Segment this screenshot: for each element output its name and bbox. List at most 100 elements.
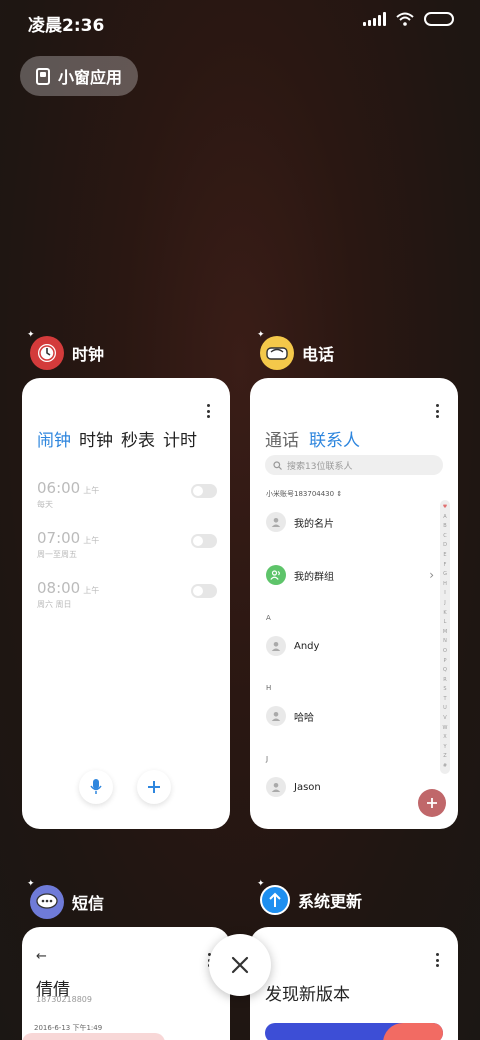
avatar: [266, 512, 286, 532]
alarm-time: 07:00: [37, 529, 81, 547]
alarm-toggle[interactable]: [191, 484, 217, 498]
update-more-icon[interactable]: [430, 953, 444, 967]
section-letter: A: [266, 614, 271, 622]
alarm-repeat: 每天: [37, 500, 53, 509]
index-letter[interactable]: A: [443, 513, 446, 523]
contact-name: Jason: [294, 781, 321, 793]
alarm-repeat: 周六 周日: [37, 600, 72, 609]
back-arrow-icon[interactable]: ←: [36, 949, 47, 964]
tab-contacts[interactable]: 联系人: [309, 426, 360, 451]
phone-app-icon: ✦: [257, 330, 294, 370]
alarm-time: 06:00: [37, 479, 81, 497]
index-letter[interactable]: O: [443, 647, 447, 657]
clock-app-header[interactable]: ✦ 时钟: [27, 330, 104, 370]
index-letter[interactable]: F: [444, 561, 447, 571]
arrow-up-icon: [269, 892, 281, 907]
alarm-ampm: 上午: [83, 536, 100, 545]
contact-name: 哈哈: [294, 712, 314, 724]
alarm-item[interactable]: 07:00 上午 周一至周五: [37, 528, 217, 564]
index-letter[interactable]: M: [443, 628, 447, 638]
phone-tabs: 通话 联系人: [265, 426, 360, 451]
microphone-icon: [90, 779, 102, 794]
person-icon: [271, 783, 281, 792]
index-letter[interactable]: #: [443, 762, 447, 772]
contact-search-input[interactable]: 搜索13位联系人: [265, 455, 443, 475]
index-letter[interactable]: R: [443, 676, 446, 686]
alarm-toggle[interactable]: [191, 534, 217, 548]
tab-calls[interactable]: 通话: [265, 426, 299, 451]
index-letter[interactable]: C: [443, 532, 447, 542]
index-letter[interactable]: P: [443, 657, 446, 667]
phone-more-icon[interactable]: [430, 404, 444, 418]
index-letter[interactable]: T: [443, 695, 446, 705]
index-letter[interactable]: Q: [443, 666, 447, 676]
index-letter[interactable]: B: [443, 522, 446, 532]
index-letter[interactable]: J: [444, 599, 445, 609]
alphabet-index-bar[interactable]: ♥ A B C D E F G H I J K L M N O P Q R S T U V W X Y Z #: [440, 500, 450, 774]
index-letter[interactable]: D: [443, 541, 447, 551]
index-letter[interactable]: S: [443, 685, 446, 695]
section-letter: H: [266, 684, 272, 692]
index-letter[interactable]: Y: [443, 743, 446, 753]
update-app-name: 系统更新: [298, 892, 363, 911]
contact-item[interactable]: 哈哈: [266, 706, 314, 726]
index-letter[interactable]: E: [443, 551, 446, 561]
person-icon: [271, 518, 281, 527]
clock-app-card[interactable]: 闹钟 时钟 秒表 计时 06:00 上午 每天 07:00 上午 周一至周五 08:…: [22, 378, 230, 829]
alarm-time: 08:00: [37, 579, 81, 597]
clock-tabs: 闹钟 时钟 秒表 计时: [37, 426, 197, 451]
phone-app-card[interactable]: 通话 联系人 搜索13位联系人 小米账号183704430 ⇕ 我的名片 我的群…: [250, 378, 458, 829]
update-banner: [265, 1023, 443, 1040]
contact-item[interactable]: Jason: [266, 777, 321, 797]
index-letter[interactable]: I: [444, 589, 445, 599]
my-card-item[interactable]: 我的名片: [266, 512, 334, 532]
alarm-ampm: 上午: [83, 586, 100, 595]
tab-stopwatch[interactable]: 秒表: [121, 426, 155, 451]
status-icons: [363, 12, 454, 26]
message-bubble[interactable]: [22, 1033, 165, 1040]
swap-icon: ⇕: [336, 490, 343, 498]
account-selector[interactable]: 小米账号183704430 ⇕: [266, 489, 342, 499]
alarm-toggle[interactable]: [191, 584, 217, 598]
tab-clock[interactable]: 时钟: [79, 426, 113, 451]
index-letter[interactable]: N: [443, 637, 447, 647]
alarm-item[interactable]: 08:00 上午 周六 周日: [37, 578, 217, 614]
index-letter[interactable]: U: [443, 704, 447, 714]
small-window-label: 小窗应用: [58, 68, 123, 87]
alarm-repeat: 周一至周五: [37, 550, 77, 559]
plus-icon: [427, 798, 437, 808]
index-letter[interactable]: ♥: [443, 503, 447, 513]
sms-app-header[interactable]: ✦ 短信: [27, 879, 105, 919]
phone-app-header[interactable]: ✦ 电话: [257, 330, 334, 370]
index-letter[interactable]: H: [443, 580, 447, 590]
tab-alarm[interactable]: 闹钟: [37, 426, 71, 451]
index-letter[interactable]: V: [443, 714, 446, 724]
index-letter[interactable]: G: [443, 570, 447, 580]
index-letter[interactable]: Z: [443, 752, 446, 762]
small-window-button[interactable]: 小窗应用: [20, 56, 138, 96]
close-all-button[interactable]: [209, 934, 271, 996]
index-letter[interactable]: L: [444, 618, 447, 628]
add-contact-button[interactable]: [418, 789, 446, 817]
update-app-card[interactable]: 发现新版本: [250, 927, 458, 1040]
alarm-item[interactable]: 06:00 上午 每天: [37, 478, 217, 514]
account-label: 小米账号183704430: [266, 490, 335, 498]
sms-app-name: 短信: [72, 894, 105, 913]
update-app-header[interactable]: ✦ 系统更新: [257, 879, 363, 915]
sms-date: 2016-6-13 下午1:49: [34, 1024, 103, 1032]
plus-icon: [148, 781, 160, 793]
my-group-item[interactable]: 我的群组 ›: [266, 565, 434, 585]
sms-app-icon: ✦: [27, 879, 64, 919]
status-bar: 凌晨2:36: [0, 0, 480, 44]
clock-app-icon: ✦: [27, 330, 64, 370]
index-letter[interactable]: K: [443, 609, 446, 619]
index-letter[interactable]: X: [443, 733, 446, 743]
add-alarm-button[interactable]: [137, 770, 171, 804]
sms-app-card[interactable]: ← 倩倩 18730218809 2016-6-13 下午1:49: [22, 927, 230, 1040]
contact-item[interactable]: Andy: [266, 636, 319, 656]
clock-more-icon[interactable]: [201, 404, 215, 418]
person-icon: [271, 712, 281, 721]
voice-alarm-button[interactable]: [79, 770, 113, 804]
index-letter[interactable]: W: [443, 724, 448, 734]
tab-timer[interactable]: 计时: [163, 426, 197, 451]
